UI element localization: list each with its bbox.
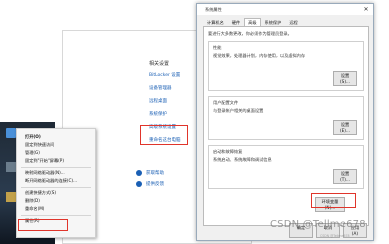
tab-remote[interactable]: 远程: [285, 18, 301, 26]
menu-pin-start[interactable]: 固定到"开始"屏幕(P): [17, 157, 95, 165]
startup-recovery-desc: 系统启动、系统故障和调试信息: [213, 157, 272, 162]
feedback-label: 提供反馈: [146, 182, 164, 187]
this-pc-icon[interactable]: [6, 128, 16, 138]
close-icon[interactable]: ✕: [359, 6, 373, 13]
highlight-properties: [18, 219, 68, 231]
recycle-bin-icon[interactable]: [6, 162, 16, 172]
watermark: CSDN @Tellme678: [270, 219, 366, 230]
menu-create-shortcut[interactable]: 创建快捷方式(S): [17, 189, 95, 197]
tab-advanced[interactable]: 高级: [244, 18, 261, 26]
menu-separator: [21, 214, 91, 216]
dialog-title: 系统属性: [205, 6, 222, 12]
app-icon[interactable]: [6, 192, 16, 202]
feedback-icon: [136, 181, 142, 187]
performance-group: 性能 视觉效果，处理器计划，内存使用，以及虚拟内存 设置(S)...: [208, 41, 364, 91]
highlight-env-button: [311, 193, 356, 208]
help-links: 获取帮助 提供反馈: [136, 170, 164, 192]
highlight-advanced-link: [140, 125, 188, 145]
menu-map-drive[interactable]: 映射网络驱动器(N)...: [17, 169, 95, 177]
menu-pin-quick-access[interactable]: 固定到快速访问: [17, 141, 95, 149]
menu-disconnect-drive[interactable]: 断开网络驱动器的连接(C)...: [17, 177, 95, 185]
admin-note: 要进行大多数更改，你必须作为管理员登录。: [208, 31, 292, 36]
feedback-link[interactable]: 提供反馈: [136, 181, 164, 187]
startup-recovery-group: 启动和故障恢复 系统启动、系统故障和调试信息 设置(T)...: [208, 145, 364, 189]
get-help-label: 获取帮助: [146, 171, 164, 176]
menu-rename[interactable]: 重命名(M): [17, 205, 95, 213]
performance-settings-button[interactable]: 设置(S)...: [333, 71, 357, 86]
user-profiles-desc: 与登录帐户相关的桌面设置: [213, 108, 264, 113]
user-profiles-settings-button[interactable]: 设置(E)...: [333, 120, 357, 135]
tab-computer-name[interactable]: 计算机名: [203, 18, 228, 26]
startup-recovery-title: 启动和故障恢复: [213, 149, 243, 154]
dialog-titlebar: 系统属性 ✕: [197, 4, 373, 15]
dialog-tabs: 计算机名 硬件 高级 系统保护 远程: [197, 15, 373, 26]
performance-title: 性能: [213, 45, 222, 50]
menu-separator: [21, 166, 91, 168]
get-help-link[interactable]: 获取帮助: [136, 170, 164, 176]
menu-delete[interactable]: 删除(D): [17, 197, 95, 205]
watermark-sub: CSDN @Tellme678: [320, 234, 350, 238]
startup-recovery-settings-button[interactable]: 设置(T)...: [333, 169, 357, 184]
user-profiles-group: 用户配置文件 与登录帐户相关的桌面设置 设置(E)...: [208, 96, 364, 140]
tab-system-protection[interactable]: 系统保护: [261, 18, 286, 26]
menu-manage[interactable]: 管理(G): [17, 149, 95, 157]
user-profiles-title: 用户配置文件: [213, 100, 239, 105]
menu-open[interactable]: 打开(O): [17, 133, 95, 141]
tab-hardware[interactable]: 硬件: [228, 18, 244, 26]
performance-desc: 视觉效果，处理器计划，内存使用，以及虚拟内存: [213, 53, 306, 58]
menu-separator: [21, 186, 91, 188]
help-icon: [136, 170, 142, 176]
